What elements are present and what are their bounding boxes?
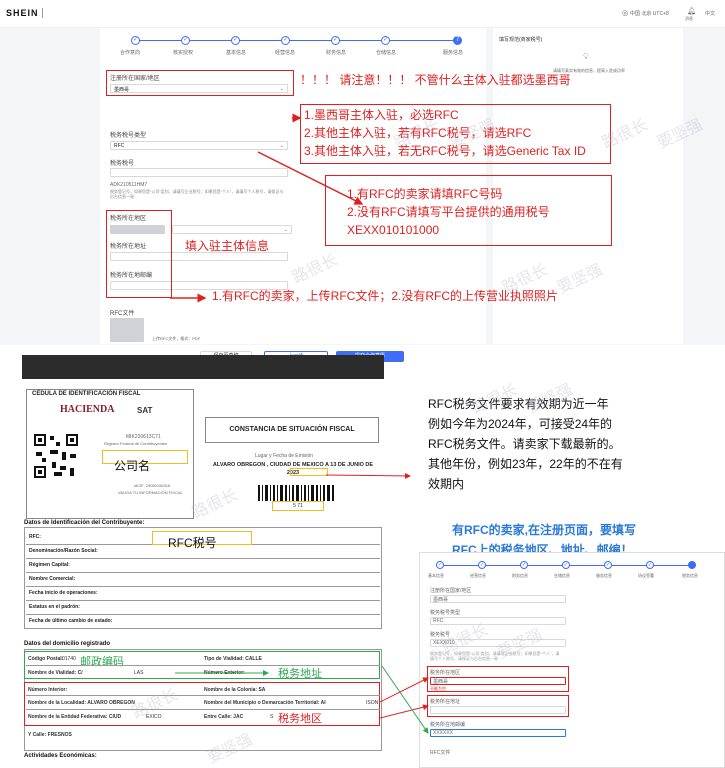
connector-arrows — [175, 472, 429, 734]
